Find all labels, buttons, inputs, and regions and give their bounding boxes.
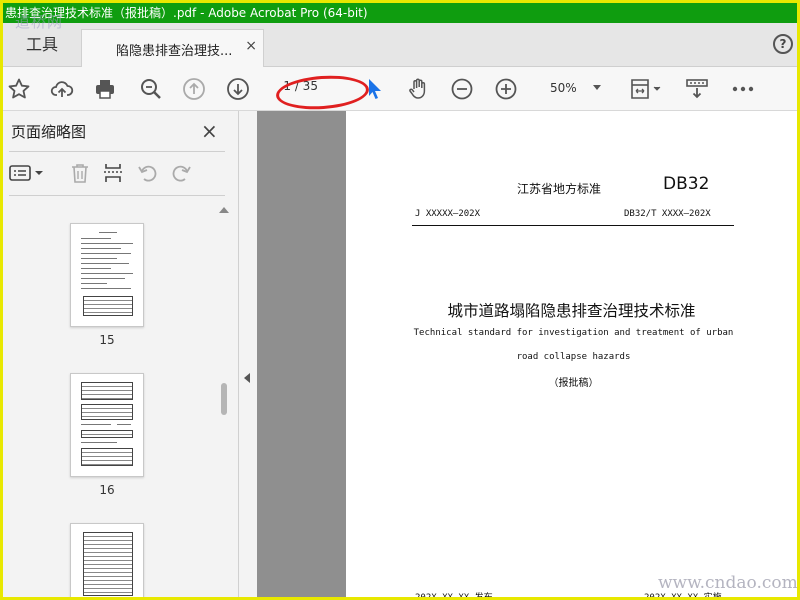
page-up-icon[interactable] <box>182 77 206 101</box>
draft-note: （报批稿） <box>548 378 599 389</box>
zoom-in-icon[interactable] <box>494 77 518 101</box>
hand-icon[interactable] <box>406 77 430 101</box>
scroll-up-icon[interactable] <box>219 207 229 213</box>
page-thumbnail[interactable] <box>70 223 144 327</box>
zoom-search-icon[interactable] <box>139 77 163 101</box>
print-icon[interactable] <box>93 77 117 101</box>
province-standard-label: 江苏省地方标准 <box>517 182 602 196</box>
tab-document[interactable]: 陷隐患排查治理技... × <box>81 29 264 67</box>
window-frame: 患排查治理技术标准（报批稿）.pdf - Adobe Acrobat Pro (… <box>0 0 800 600</box>
divider <box>9 195 225 196</box>
watermark-url: www.cndao.com <box>658 573 798 593</box>
panel-collapse-handle[interactable] <box>239 111 257 597</box>
title-bar: 患排查治理技术标准（报批稿）.pdf - Adobe Acrobat Pro (… <box>3 3 797 23</box>
tab-close-icon[interactable]: × <box>245 38 257 54</box>
publish-date: 202X-XX-XX 发布 <box>415 593 493 600</box>
thumbnail-page-number: 16 <box>99 483 115 497</box>
panel-close-icon[interactable]: × <box>201 119 218 143</box>
main-toolbar: 1 / 35 50% <box>3 67 797 111</box>
extract-pages-icon[interactable] <box>102 162 124 184</box>
document-view: 江苏省地方标准 DB32 J XXXXX—202X DB32/T XXXX—20… <box>257 111 797 600</box>
english-title-line-2: road collapse hazards <box>516 352 631 362</box>
zoom-value: 50% <box>550 81 577 95</box>
fit-page-icon[interactable] <box>628 77 662 101</box>
rotate-right-icon[interactable] <box>170 162 192 184</box>
watermark-logo: 道桥网 <box>15 13 64 31</box>
thumbnail-page-number: 15 <box>99 333 115 347</box>
zoom-out-icon[interactable] <box>450 77 474 101</box>
upload-icon[interactable] <box>50 77 74 101</box>
thumbnail-toolbar <box>3 159 239 189</box>
trash-icon[interactable] <box>69 162 91 184</box>
thumbnail-scrollbar[interactable] <box>217 205 231 597</box>
thumbnail-panel: 页面缩略图 × 15 16 <box>3 111 239 597</box>
document-title: 城市道路塌陷隐患排查治理技术标准 <box>447 302 696 320</box>
tab-document-label: 陷隐患排查治理技... <box>116 44 233 59</box>
db-code: DB32 <box>663 174 710 194</box>
page-down-icon[interactable] <box>226 77 250 101</box>
db-number: DB32/T XXXX—202X <box>624 209 711 219</box>
pdf-page: 江苏省地方标准 DB32 J XXXXX—202X DB32/T XXXX—20… <box>346 111 797 600</box>
zoom-select[interactable]: 50% <box>535 76 611 102</box>
rotate-left-icon[interactable] <box>137 162 159 184</box>
scrollbar-thumb[interactable] <box>221 383 227 415</box>
chevron-left-icon <box>244 373 250 383</box>
header-rule <box>412 225 734 226</box>
j-number: J XXXXX—202X <box>415 209 481 219</box>
panel-title: 页面缩略图 <box>11 123 87 141</box>
chevron-down-icon <box>593 85 601 90</box>
more-icon[interactable] <box>731 77 755 101</box>
thumbnail-list: 15 16 <box>3 203 215 597</box>
page-thumbnail[interactable] <box>70 373 144 477</box>
page-thumbnail[interactable] <box>70 523 144 597</box>
scroll-mode-icon[interactable] <box>685 77 709 101</box>
star-icon[interactable] <box>7 77 31 101</box>
english-title-line-1: Technical standard for investigation and… <box>413 328 734 338</box>
options-menu-icon[interactable] <box>9 162 45 184</box>
help-icon[interactable]: ? <box>773 34 793 54</box>
tab-bar: 工具 陷隐患排查治理技... × ? <box>3 23 797 67</box>
divider <box>9 151 225 152</box>
